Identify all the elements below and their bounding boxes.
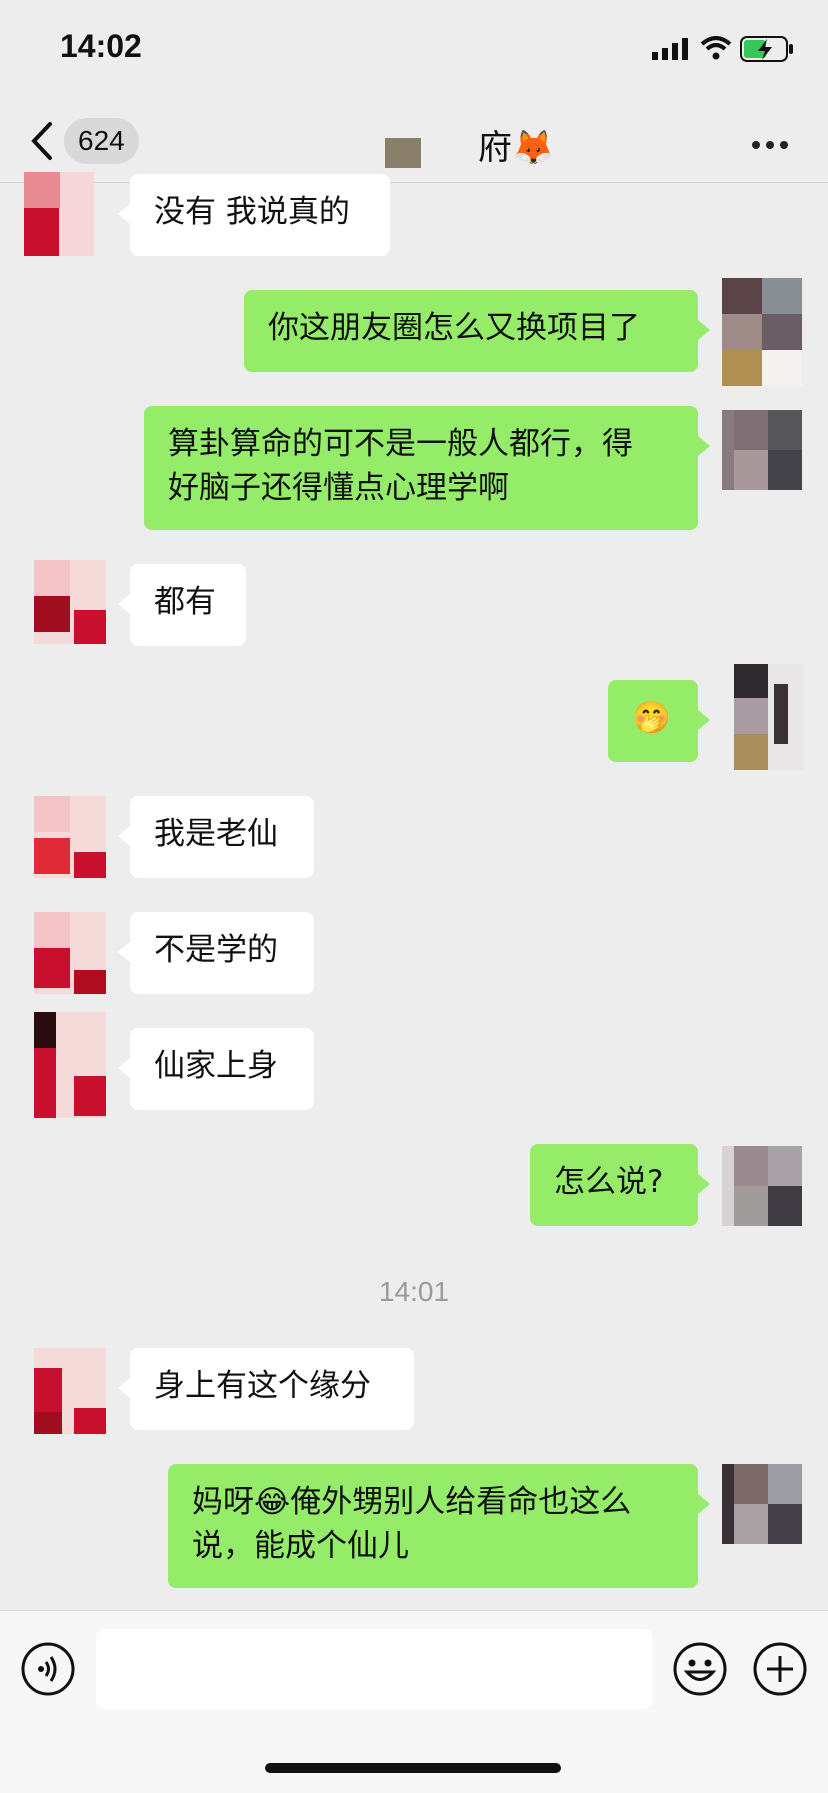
contact-avatar[interactable]	[34, 560, 106, 644]
signal-icon	[652, 38, 688, 60]
wifi-icon	[700, 36, 732, 60]
message-bubble-sent[interactable]: 妈呀😂俺外甥别人给看命也这么 说，能成个仙儿	[168, 1464, 710, 1588]
contact-avatar[interactable]	[24, 172, 94, 256]
contact-avatar[interactable]	[34, 1012, 106, 1118]
status-bar: 14:02	[0, 0, 828, 100]
message-bubble-received[interactable]: 身上有这个缘分	[118, 1348, 414, 1430]
user-avatar[interactable]	[722, 410, 802, 490]
status-time: 14:02	[60, 28, 142, 64]
chat-title: 府🦊	[478, 128, 555, 168]
message-timestamp: 14:01	[378, 1276, 450, 1307]
emoji-icon[interactable]	[672, 1641, 728, 1697]
unread-count-badge[interactable]: 624	[64, 118, 139, 164]
user-avatar[interactable]	[722, 1464, 802, 1544]
voice-icon[interactable]	[20, 1641, 76, 1697]
user-avatar[interactable]	[722, 1146, 802, 1226]
contact-avatar[interactable]	[34, 1348, 106, 1434]
more-options-icon[interactable]	[752, 134, 794, 153]
message-bubble-sent[interactable]: 你这朋友圈怎么又换项目了	[244, 290, 710, 372]
chat-header: 624 府🦊	[0, 100, 828, 183]
user-avatar[interactable]	[722, 278, 802, 386]
message-bubble-received[interactable]: 我是老仙	[118, 796, 314, 878]
message-input[interactable]	[96, 1629, 652, 1709]
back-icon[interactable]	[28, 120, 58, 162]
message-bubble-sent[interactable]: 🤭	[608, 680, 710, 762]
message-bubble-received[interactable]: 不是学的	[118, 912, 314, 994]
battery-icon	[740, 36, 793, 62]
message-bubble-received[interactable]: 都有	[118, 564, 246, 646]
home-indicator[interactable]	[265, 1763, 561, 1773]
contact-avatar[interactable]	[34, 912, 106, 994]
blurred-name-fragment	[385, 138, 421, 168]
contact-avatar[interactable]	[34, 796, 106, 878]
message-bubble-received[interactable]: 没有 我说真的	[118, 174, 390, 256]
message-bubble-sent[interactable]: 怎么说?	[530, 1144, 710, 1226]
user-avatar[interactable]	[734, 664, 804, 770]
plus-icon[interactable]	[752, 1641, 808, 1697]
message-bubble-received[interactable]: 仙家上身	[118, 1028, 314, 1110]
message-bubble-sent[interactable]: 算卦算命的可不是一般人都行，得 好脑子还得懂点心理学啊	[144, 406, 710, 530]
input-bar	[0, 1610, 828, 1793]
